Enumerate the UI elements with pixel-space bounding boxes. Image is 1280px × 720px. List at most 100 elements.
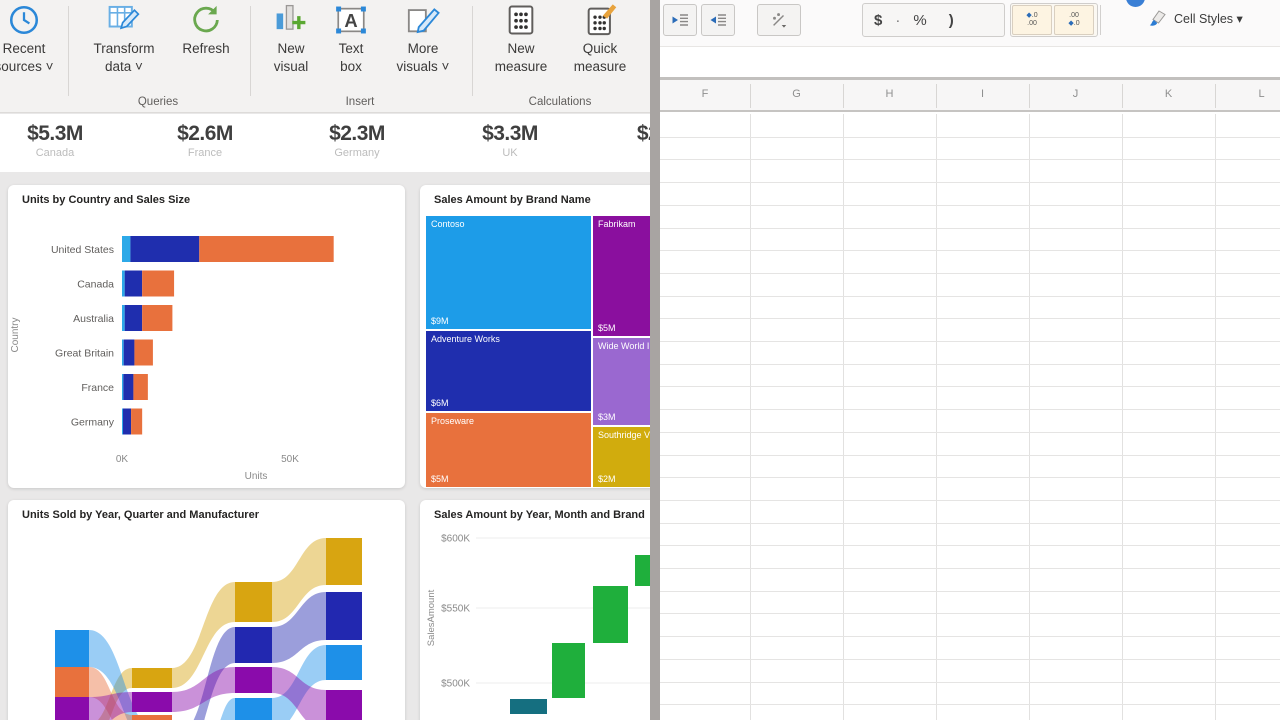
comma-format-button[interactable]: ) — [938, 12, 965, 29]
kpi-value: $3.3M — [440, 122, 580, 146]
bar-segment[interactable] — [122, 374, 123, 400]
ribbon-button-text-box[interactable]: ATextbox — [322, 0, 380, 96]
bar-segment[interactable] — [125, 271, 142, 297]
visual-units-sold-ribbon[interactable]: Units Sold by Year, Quarter and Manufact… — [8, 500, 405, 720]
ribbon-group-insert: Insert — [346, 96, 375, 108]
percent-format-button[interactable]: % — [902, 12, 937, 29]
column-header-F[interactable]: F — [702, 88, 709, 100]
decrease-decimal-button[interactable]: .00◆.0 — [1054, 5, 1094, 35]
bar-segment[interactable] — [125, 305, 142, 331]
spreadsheet-grid[interactable] — [660, 114, 1280, 720]
ribbon-button-more-visuals[interactable]: Morevisuals ˅ — [384, 0, 462, 96]
treemap-tile[interactable]: Southridge Video$2M — [593, 427, 650, 487]
treemap-tile-value: $5M — [431, 474, 449, 484]
ribbon-block[interactable] — [235, 698, 272, 720]
kpi-card-UK[interactable]: $3.3MUK — [440, 122, 580, 159]
treemap-tile-name: Wide World Importers — [598, 341, 650, 351]
bar-segment[interactable] — [142, 271, 174, 297]
treemap-tile[interactable]: Wide World Importers$3M — [593, 338, 650, 425]
ribbon-block[interactable] — [55, 697, 89, 720]
powerbi-ribbon: Recentsources ˅Transformdata ˅Refresh New… — [0, 0, 650, 113]
ribbon-button-refresh[interactable]: Refresh — [170, 0, 242, 96]
ribbon-chart — [8, 500, 405, 720]
decrease-indent-button[interactable] — [663, 4, 697, 36]
increase-decimal-button[interactable]: ◆.0.00 — [1012, 5, 1052, 35]
ribbon-button-new-visual[interactable]: Newvisual — [264, 0, 318, 96]
ribbon-block[interactable] — [326, 538, 362, 585]
bar-segment[interactable] — [122, 409, 123, 435]
column-header-L[interactable]: L — [1258, 88, 1264, 100]
bar-segment[interactable] — [123, 409, 131, 435]
currency-dropdown[interactable]: · — [893, 12, 902, 29]
gridline-horizontal — [660, 455, 1280, 456]
bar-segment[interactable] — [130, 236, 199, 262]
gridline-horizontal — [660, 137, 1280, 138]
ribbon-group-queries: Queries — [138, 96, 178, 108]
kpi-card-cut[interactable]: $2 — [578, 122, 650, 147]
treemap-tile[interactable]: Proseware$5M — [426, 413, 591, 487]
bar-segment[interactable] — [124, 340, 135, 366]
quick-measure-icon — [583, 3, 617, 37]
ribbon-button-new-measure[interactable]: Newmeasure — [478, 0, 564, 96]
partial-toolbar-icon — [1126, 0, 1145, 7]
more-visuals-icon — [406, 3, 440, 37]
column-header-H[interactable]: H — [886, 88, 894, 100]
ribbon-block[interactable] — [326, 592, 362, 640]
treemap-tile[interactable]: Adventure Works$6M — [426, 331, 591, 411]
kpi-card-Germany[interactable]: $2.3MGermany — [287, 122, 427, 159]
ribbon-block[interactable] — [326, 690, 362, 720]
bar-segment[interactable] — [122, 271, 125, 297]
column-header-I[interactable]: I — [981, 88, 984, 100]
powerbi-window: Recentsources ˅Transformdata ˅Refresh New… — [0, 0, 650, 720]
ribbon-button-quick-measure[interactable]: Quickmeasure — [556, 0, 644, 96]
bar-segment[interactable] — [122, 305, 125, 331]
bar-segment[interactable] — [122, 340, 124, 366]
bar-segment[interactable] — [134, 340, 152, 366]
waterfall-bar[interactable] — [510, 699, 547, 714]
ribbon-block[interactable] — [132, 715, 172, 720]
split-screen: Recentsources ˅Transformdata ˅Refresh New… — [0, 0, 1280, 720]
category-label: Great Britain — [55, 348, 114, 360]
bar-segment[interactable] — [123, 374, 133, 400]
waterfall-bar[interactable] — [593, 586, 628, 643]
bar-segment[interactable] — [131, 409, 142, 435]
ribbon-separator — [68, 6, 69, 96]
ribbon-button-transform-data[interactable]: Transformdata ˅ — [78, 0, 170, 96]
visual-sales-by-brand[interactable]: Sales Amount by Brand Name Contoso$9MAdv… — [420, 185, 650, 488]
visual-sales-waterfall[interactable]: Sales Amount by Year, Month and Brand $6… — [420, 500, 650, 720]
bar-segment[interactable] — [122, 236, 130, 262]
formula-bar[interactable] — [660, 46, 1280, 77]
bar-segment[interactable] — [199, 236, 333, 262]
ribbon-block[interactable] — [235, 582, 272, 622]
treemap-tile[interactable]: Fabrikam$5M — [593, 216, 650, 336]
bar-segment[interactable] — [133, 374, 147, 400]
increase-indent-button[interactable] — [701, 4, 735, 36]
ribbon-button-recent-sources[interactable]: Recentsources ˅ — [0, 0, 88, 96]
ribbon-block[interactable] — [55, 667, 89, 697]
kpi-card-France[interactable]: $2.6MFrance — [135, 122, 275, 159]
kpi-card-Canada[interactable]: $5.3MCanada — [0, 122, 125, 159]
ribbon-block[interactable] — [235, 627, 272, 663]
waterfall-bar[interactable] — [635, 555, 650, 586]
ribbon-block[interactable] — [326, 645, 362, 680]
treemap-tile[interactable]: Contoso$9M — [426, 216, 591, 329]
waterfall-bar[interactable] — [552, 643, 585, 698]
treemap-tile-name: Adventure Works — [431, 334, 500, 344]
currency-format-button[interactable]: $ — [863, 12, 893, 29]
bar-segment[interactable] — [142, 305, 172, 331]
ribbon-block[interactable] — [132, 692, 172, 712]
gridline-horizontal — [660, 273, 1280, 274]
column-header-K[interactable]: K — [1165, 88, 1172, 100]
treemap-tile-name: Southridge Video — [598, 430, 650, 440]
kpi-card-row[interactable]: $5.3MCanada $2.6MFrance $2.3MGermany $3.3MU… — [0, 114, 650, 172]
ribbon-block[interactable] — [235, 667, 272, 693]
ribbon-block[interactable] — [55, 630, 89, 667]
gridline-horizontal — [660, 500, 1280, 501]
gridline-horizontal — [660, 523, 1280, 524]
column-header-J[interactable]: J — [1073, 88, 1079, 100]
visual-units-by-country[interactable]: Units by Country and Sales Size 0K50KUni… — [8, 185, 405, 488]
text-orientation-button[interactable] — [757, 4, 801, 36]
cell-styles-button[interactable]: Cell Styles ▾ — [1148, 8, 1243, 28]
ribbon-block[interactable] — [132, 668, 172, 688]
column-header-G[interactable]: G — [792, 88, 801, 100]
